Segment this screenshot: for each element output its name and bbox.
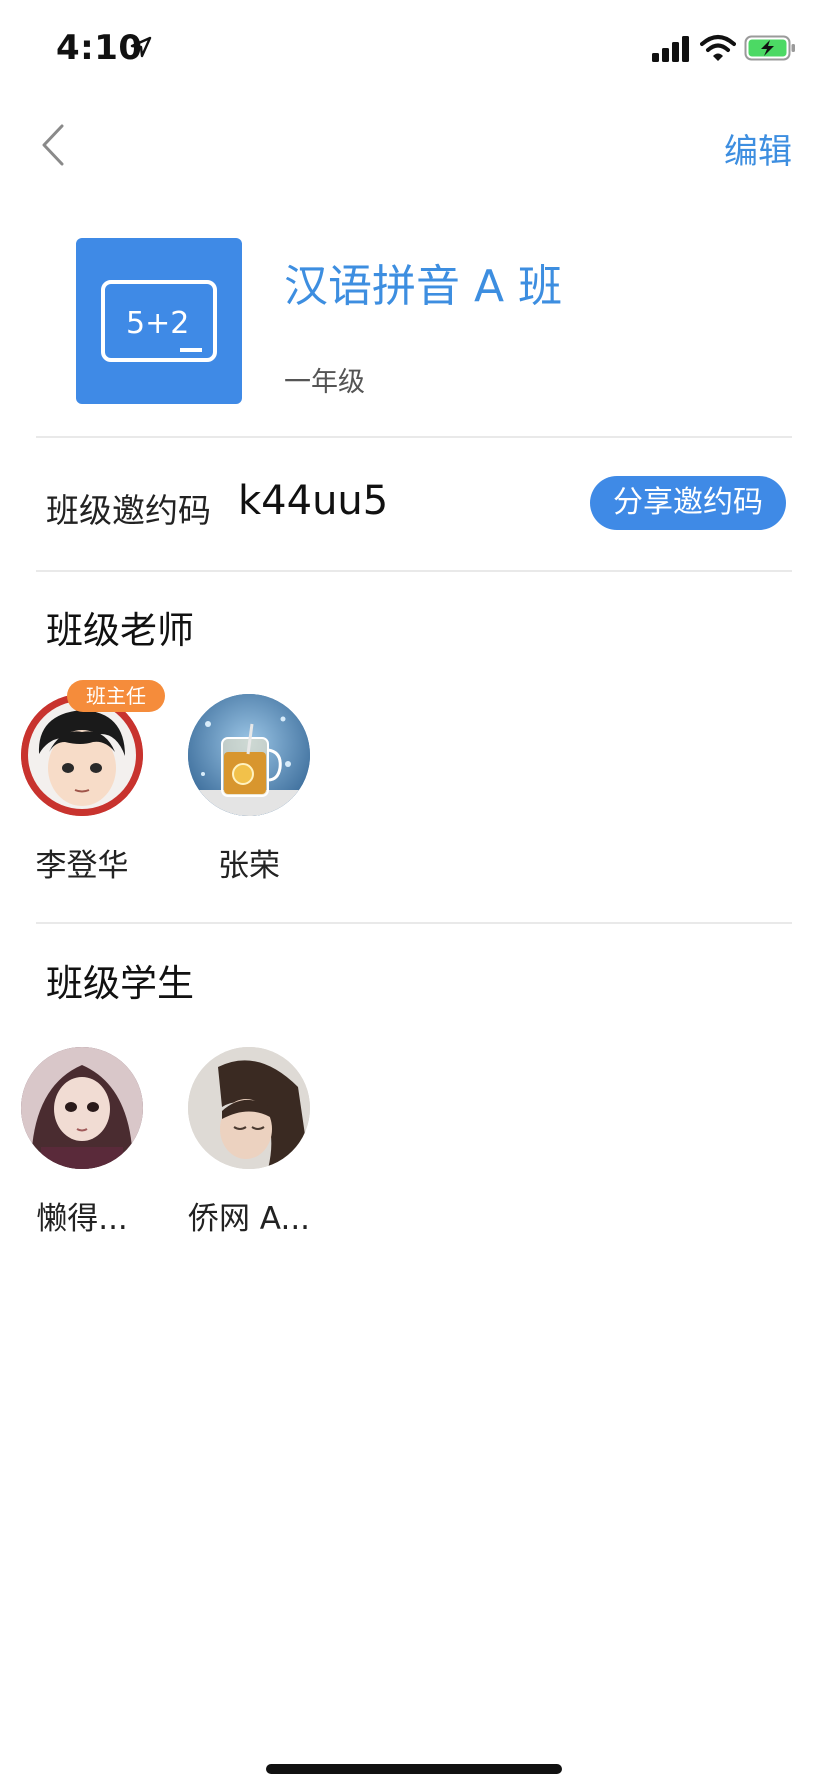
invite-code-value: k44uu5 — [238, 478, 389, 524]
blackboard-text: 5+2 — [126, 306, 189, 341]
teacher-item[interactable]: 张荣 — [174, 694, 324, 885]
edit-button[interactable]: 编辑 — [724, 124, 792, 173]
teacher-item[interactable]: 班主任 李登华 — [7, 680, 165, 885]
teacher-name: 李登华 — [35, 848, 129, 884]
class-blackboard-icon: 5+2 — [76, 238, 242, 404]
navigation-bar: 编辑 — [0, 100, 828, 190]
teachers-section-title: 班级老师 — [46, 609, 194, 652]
students-section-title: 班级学生 — [46, 962, 194, 1005]
home-indicator[interactable] — [266, 1764, 562, 1774]
class-info-card: 5+2 汉语拼音 A 班 一年级 — [0, 238, 828, 408]
student-name: 侨网 A... — [187, 1201, 311, 1237]
student-name: 懒得... — [36, 1201, 128, 1237]
invite-code-label: 班级邀约码 — [46, 491, 211, 530]
invite-code-row: 班级邀约码 k44uu5 分享邀约码 — [0, 470, 828, 540]
class-title: 汉语拼音 A 班 — [284, 261, 563, 312]
wifi-icon — [700, 35, 736, 61]
teacher-name: 张荣 — [218, 848, 280, 884]
share-invite-code-button[interactable]: 分享邀约码 — [590, 476, 786, 530]
student-item[interactable]: 侨网 A... — [174, 1047, 324, 1238]
cellular-signal-icon — [652, 36, 689, 62]
divider — [36, 570, 792, 572]
student-avatar[interactable] — [21, 1047, 143, 1169]
status-bar: 4:10 — [0, 0, 828, 100]
divider — [36, 436, 792, 438]
student-avatar[interactable] — [188, 1047, 310, 1169]
teacher-avatar[interactable] — [188, 694, 310, 816]
divider — [36, 922, 792, 924]
head-teacher-badge: 班主任 — [67, 680, 165, 712]
battery-charging-icon — [744, 35, 795, 61]
location-arrow-icon — [130, 36, 152, 58]
back-chevron-icon[interactable] — [34, 120, 74, 170]
teacher-avatar[interactable] — [21, 694, 143, 816]
class-grade: 一年级 — [284, 367, 365, 398]
student-item[interactable]: 懒得... — [7, 1047, 157, 1238]
